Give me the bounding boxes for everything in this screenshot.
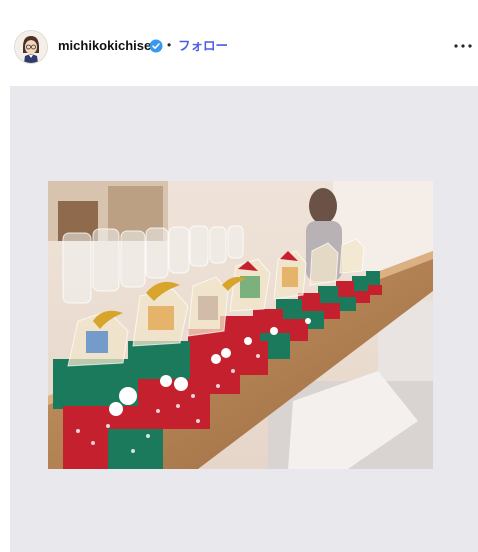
post-media[interactable] [10, 86, 478, 552]
follow-button[interactable]: フォロー [178, 38, 228, 54]
separator-dot: • [167, 38, 172, 52]
username[interactable]: michikokichise [58, 38, 151, 54]
avatar-illustration [15, 31, 47, 63]
more-options-icon[interactable] [450, 34, 476, 58]
post-photo [48, 181, 433, 469]
post-header: michikokichise • フォロー [0, 0, 478, 88]
verified-badge-icon [149, 39, 163, 53]
avatar[interactable] [14, 30, 48, 64]
christmas-stocking-gifts-image [48, 181, 433, 469]
